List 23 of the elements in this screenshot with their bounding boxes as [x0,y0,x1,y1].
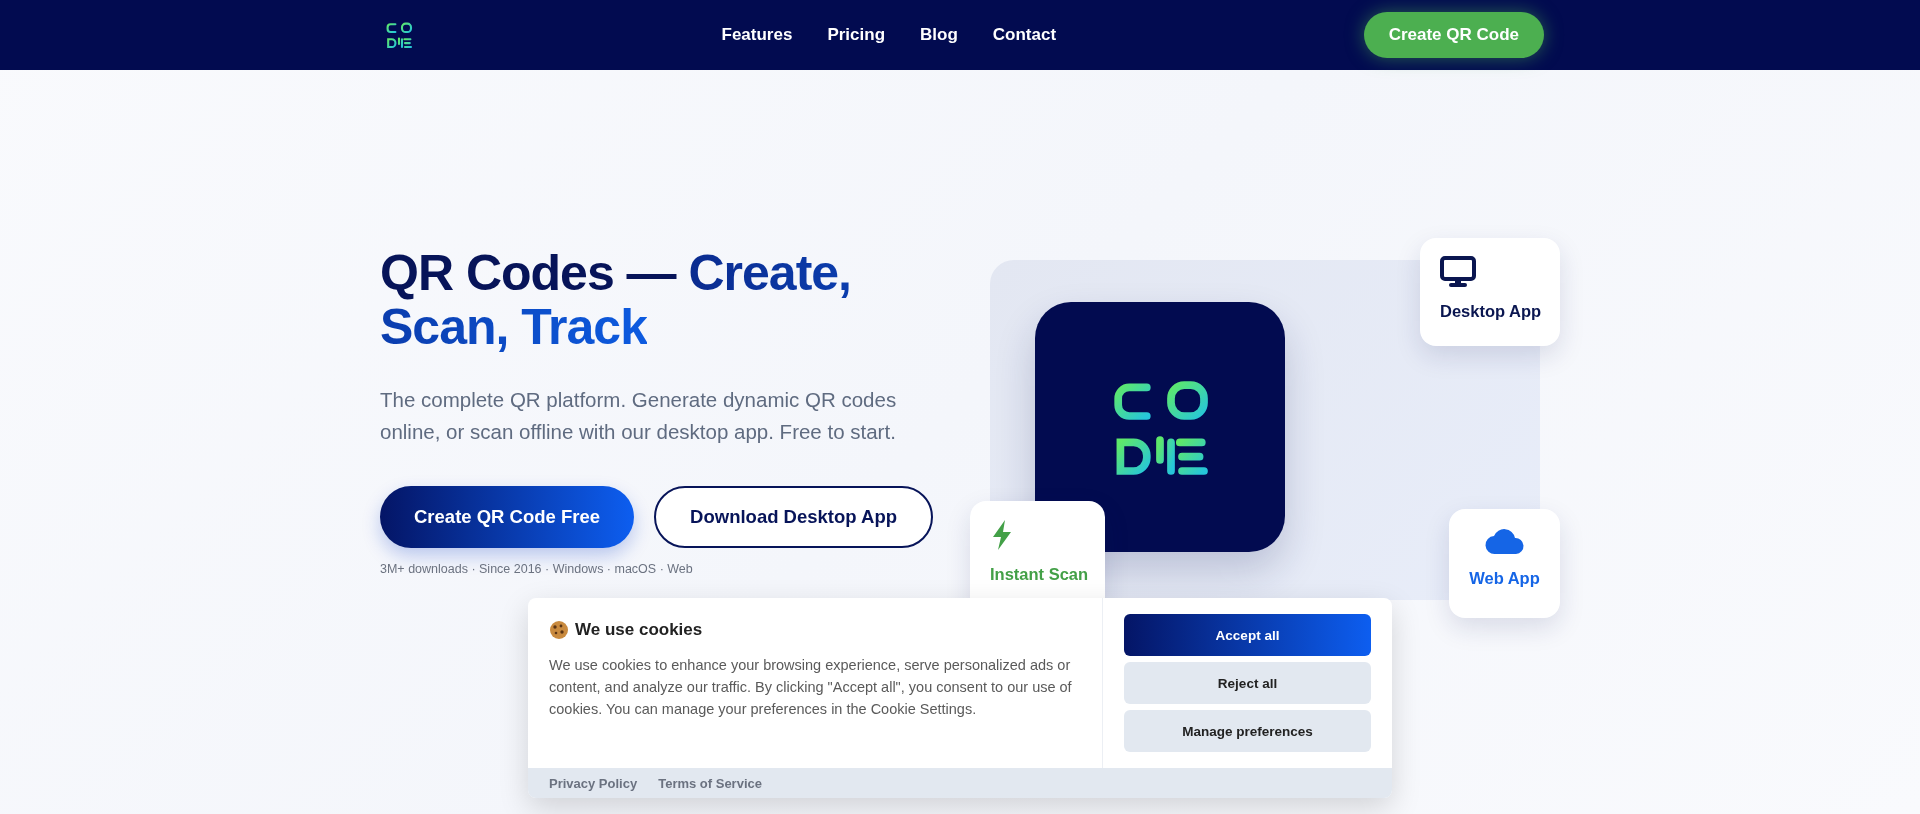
footer-link[interactable]: Privacy Policy [549,775,638,791]
cookie-text: We use cookies to enhance your browsing experience, serve personalized ads or content, and analyze our traffic. By clicking "Accept all", you consent to our use of cookies. You can manage your preferences in the Cookie Settings. [549,656,1073,719]
hero-subtitle: The complete QR platform. Generate dynamic QR codes online, or scan offline with our desktop app. Free to start. [380,387,898,445]
stats-text: 3M+ downloads · Since 2016 · Windows · macOS · Web [380,562,694,576]
outline-button[interactable]: Download Desktop App [654,486,934,548]
cookie-icon [549,620,569,640]
feature-label: Web App [1469,569,1540,588]
nav-link[interactable]: Features [721,25,793,45]
logo-icon [384,20,414,50]
feature-label: Instant Scan [990,565,1089,584]
feature-label: Desktop App [1440,302,1542,321]
monitor-icon [1440,256,1476,288]
cookie-title: We use cookies [575,620,703,640]
primary-button[interactable]: Create QR Code Free [380,486,635,548]
nav-link[interactable]: Contact [992,25,1057,45]
nav-link[interactable]: Pricing [827,25,886,45]
cloud-icon [1484,527,1525,555]
cookie-button[interactable]: Accept all [1124,614,1371,656]
cookie-button[interactable]: Reject all [1124,662,1371,704]
cookie-button[interactable]: Manage preferences [1124,710,1371,752]
footer-link[interactable]: Terms of Service [658,775,762,791]
nav-link[interactable]: Blog [920,25,958,45]
lightning-icon [990,519,1014,551]
